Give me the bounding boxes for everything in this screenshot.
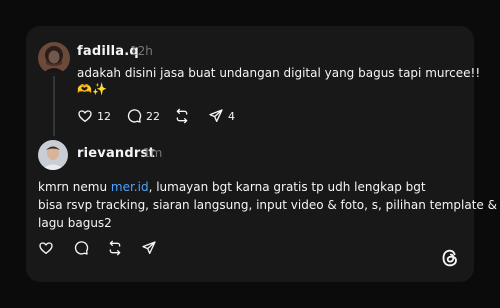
text-span: kmrn nemu — [38, 180, 111, 194]
text-span: , lumayan bgt karna gratis tp udh lengka… — [148, 180, 426, 194]
like-count: 12 — [97, 109, 111, 123]
post-body-line: bisa rsvp tracking, siaran langsung, inp… — [38, 198, 497, 212]
comment-button[interactable] — [73, 239, 89, 257]
post-timestamp: 1m — [143, 146, 163, 160]
avatar[interactable] — [38, 140, 68, 170]
post-body-line: kmrn nemu mer.id, lumayan bgt karna grat… — [38, 178, 497, 196]
share-button[interactable]: 4 — [208, 107, 235, 125]
share-icon — [209, 109, 223, 122]
share-icon — [142, 241, 156, 254]
repost-icon — [176, 108, 188, 124]
heart-icon — [39, 242, 53, 254]
post-body-line: adakah disini jasa buat undangan digital… — [77, 66, 481, 80]
post-emoji: 🫶✨ — [77, 82, 107, 96]
post-timestamp: 12h — [130, 44, 153, 58]
heart-icon — [78, 110, 92, 122]
comment-icon — [74, 241, 89, 255]
thread-card: fadilla.q 12h adakah disini jasa buat un… — [26, 26, 497, 282]
post-body: kmrn nemu mer.id, lumayan bgt karna grat… — [38, 178, 497, 232]
post-body-line: lagu bagus2 — [38, 216, 112, 230]
comment-icon — [127, 109, 142, 123]
avatar[interactable] — [38, 42, 70, 74]
repost-icon — [109, 240, 121, 256]
share-count: 4 — [228, 109, 235, 123]
inline-link[interactable]: mer.id — [111, 180, 149, 194]
share-button[interactable] — [141, 239, 157, 257]
like-button[interactable]: 12 — [77, 107, 111, 125]
repost-button[interactable] — [107, 239, 123, 257]
comment-count: 22 — [146, 109, 160, 123]
post-body: adakah disini jasa buat undangan digital… — [77, 64, 480, 82]
threads-logo-icon — [440, 248, 460, 272]
repost-button[interactable] — [174, 107, 190, 125]
thread-connector-line — [53, 76, 55, 136]
comment-button[interactable]: 22 — [126, 107, 160, 125]
like-button[interactable] — [38, 239, 54, 257]
